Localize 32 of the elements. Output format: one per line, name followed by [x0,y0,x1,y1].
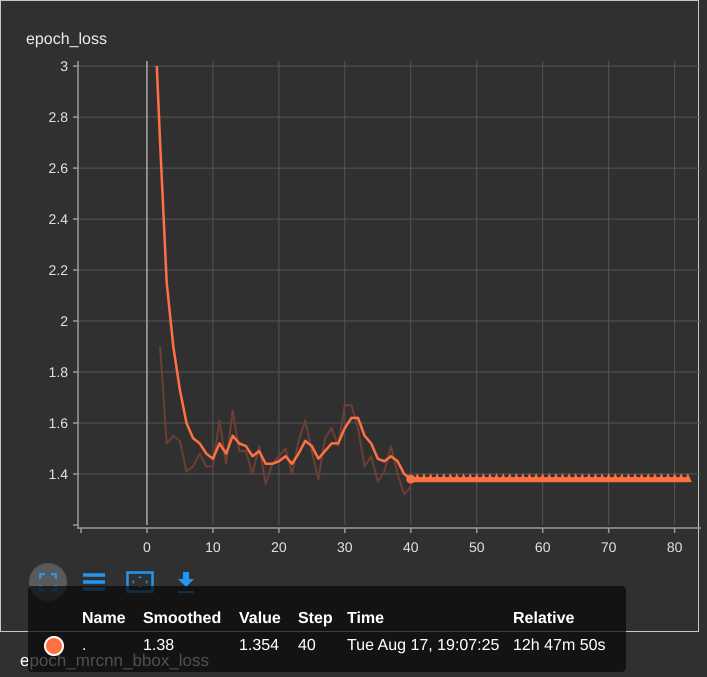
tick-label: 30 [337,539,353,555]
column-header: Step [298,610,334,628]
tooltip-value: 40 [298,637,317,655]
tick-label: 40 [403,539,419,555]
tick-label: 2.4 [48,211,68,228]
tooltip-value: 12h 47m 50s [513,637,607,655]
column-header: Name [82,610,127,628]
tick-label: 1.8 [48,364,68,380]
tick-label: 2 [60,313,68,330]
tick-label: 2.6 [48,160,68,176]
column-header: Value [239,610,282,628]
column-header: Relative [513,610,576,628]
tick-label: 3 [60,58,68,74]
tick-label: 1.4 [48,466,68,482]
tick-label: 70 [600,539,616,555]
tick-label: 20 [271,539,287,555]
tick-label: 2.8 [48,109,68,126]
column-header: Smoothed [143,610,222,628]
tooltip-value: 1.38 [143,637,174,654]
tick-label: 1.6 [48,415,68,432]
column-header: Time [347,610,386,628]
tooltip-value: . [82,637,86,654]
tick-label: 0 [143,539,151,555]
tick-label: 60 [534,539,550,555]
chart-title: epoch_loss [25,30,108,50]
tick-label: 2.2 [48,262,68,278]
tick-label: 50 [468,539,485,555]
tick-label: 10 [205,539,221,555]
tooltip-value: 1.354 [239,637,280,655]
chart-title: epoch_mrcnn_bbox_loss [20,652,210,669]
tooltip-value: Tue Aug 17, 19:07:25 [347,637,500,655]
tick-label: 80 [666,539,682,555]
